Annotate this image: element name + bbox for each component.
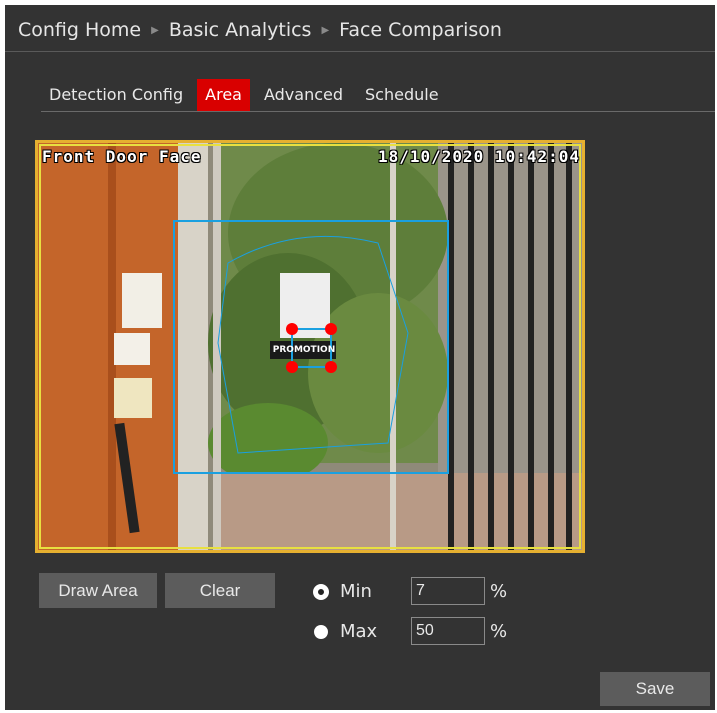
tab-schedule[interactable]: Schedule	[357, 79, 447, 111]
video-preview[interactable]: Front Door Face 18/10/2020 10:42:04 PROM…	[35, 140, 585, 553]
divider	[41, 111, 715, 112]
breadcrumb-face-comparison: Face Comparison	[339, 19, 502, 41]
chevron-right-icon: ▶	[321, 24, 330, 36]
tab-detection-config[interactable]: Detection Config	[41, 79, 191, 111]
min-label: Min	[340, 581, 372, 602]
breadcrumb-basic-analytics[interactable]: Basic Analytics	[169, 19, 312, 41]
chevron-right-icon: ▶	[151, 24, 159, 36]
max-label: Max	[340, 621, 378, 642]
tab-advanced[interactable]: Advanced	[256, 79, 351, 111]
sign-label: PROMOTION	[272, 345, 336, 355]
save-button[interactable]: Save	[600, 672, 710, 706]
draw-area-button[interactable]: Draw Area	[39, 573, 157, 608]
max-option[interactable]: Max	[314, 621, 377, 642]
max-input[interactable]	[411, 617, 485, 645]
breadcrumb: Config Home ▶ Basic Analytics ▶ Face Com…	[18, 19, 502, 41]
min-option[interactable]: Min	[314, 581, 372, 602]
min-radio[interactable]	[314, 584, 328, 599]
max-unit: %	[490, 621, 508, 642]
breadcrumb-config-home[interactable]: Config Home	[18, 19, 141, 41]
osd-camera-name: Front Door Face	[42, 147, 202, 166]
tab-area[interactable]: Area	[197, 79, 250, 111]
divider	[5, 51, 715, 52]
clear-button[interactable]: Clear	[165, 573, 275, 608]
min-input[interactable]	[411, 577, 485, 605]
tab-bar: Detection Config Area Advanced Schedule	[41, 79, 453, 111]
max-radio[interactable]	[314, 624, 328, 639]
min-unit: %	[490, 581, 508, 602]
config-panel: Config Home ▶ Basic Analytics ▶ Face Com…	[5, 5, 715, 710]
osd-timestamp: 18/10/2020 10:42:04	[377, 147, 580, 166]
